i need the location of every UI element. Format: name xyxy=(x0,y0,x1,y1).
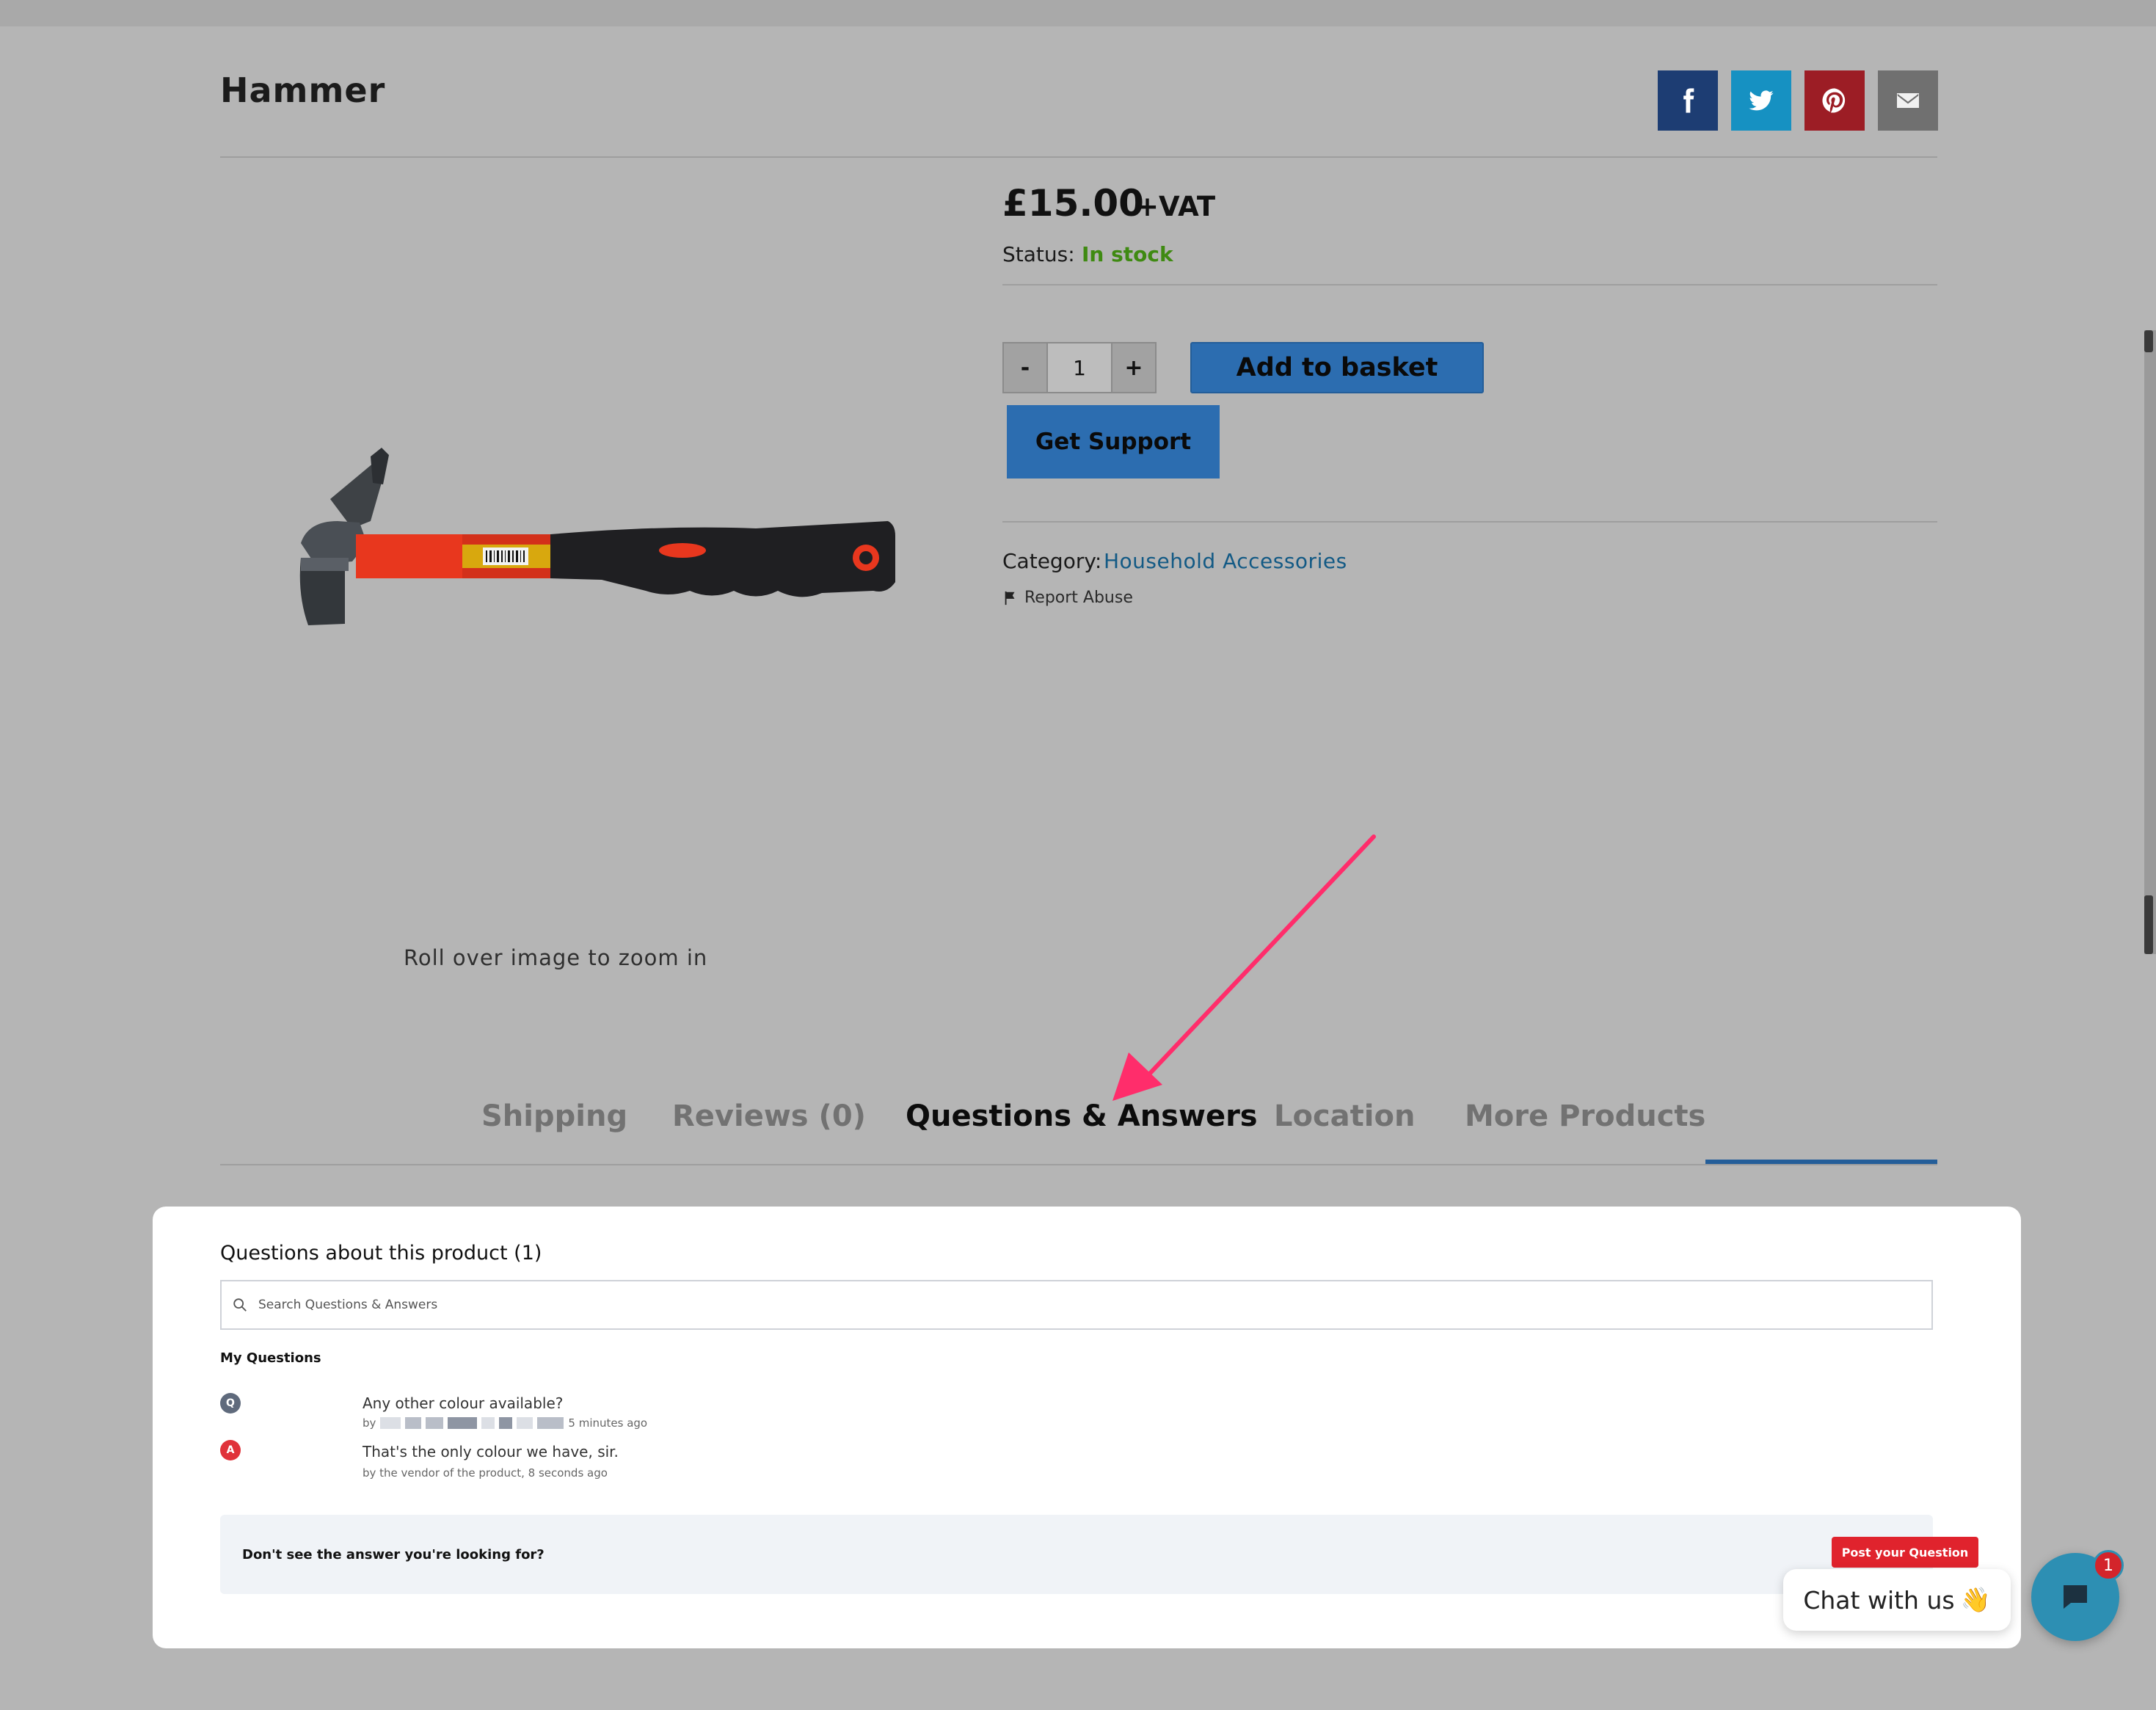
chat-bubble[interactable]: Chat with us 👋 xyxy=(1783,1569,2011,1631)
vat-label: +VAT xyxy=(1136,191,1216,222)
chat-unread-badge: 1 xyxy=(2093,1550,2124,1581)
email-icon xyxy=(1897,93,1919,108)
tabs-divider xyxy=(220,1164,1937,1165)
tab-reviews[interactable]: Reviews (0) xyxy=(672,1099,866,1133)
product-image-hammer[interactable] xyxy=(286,440,895,675)
share-twitter-button[interactable] xyxy=(1731,70,1791,131)
my-questions-heading: My Questions xyxy=(220,1350,321,1366)
answer-badge-icon: A xyxy=(220,1440,241,1460)
answer-text: That's the only colour we have, sir. xyxy=(363,1443,619,1460)
qa-search-box xyxy=(220,1280,1933,1330)
quantity-decrease-button[interactable]: - xyxy=(1004,343,1046,392)
tab-shipping[interactable]: Shipping xyxy=(481,1099,627,1133)
scrollbar-track[interactable] xyxy=(2144,330,2156,954)
add-to-basket-button[interactable]: Add to basket xyxy=(1190,342,1484,393)
question-badge-icon: Q xyxy=(220,1393,241,1414)
tab-more-products[interactable]: More Products xyxy=(1465,1099,1705,1133)
report-abuse-label: Report Abuse xyxy=(1024,589,1133,607)
category-label: Category: xyxy=(1002,549,1102,573)
search-icon xyxy=(233,1298,247,1311)
get-support-button[interactable]: Get Support xyxy=(1007,405,1220,479)
tab-questions-answers[interactable]: Questions & Answers xyxy=(906,1099,1258,1133)
product-tabs: Shipping Reviews (0) Questions & Answers… xyxy=(220,1092,1937,1165)
qa-footer: Don't see the answer you're looking for?… xyxy=(220,1515,1978,1594)
wave-emoji-icon: 👋 xyxy=(1960,1585,1991,1614)
status-label: Status: xyxy=(1002,242,1075,266)
scrollbar-thumb[interactable] xyxy=(2144,330,2153,352)
scrollbar-thumb-lower[interactable] xyxy=(2144,895,2153,954)
share-pinterest-button[interactable] xyxy=(1804,70,1865,131)
chat-label: Chat with us xyxy=(1803,1585,1955,1615)
chat-icon xyxy=(2064,1585,2087,1609)
answer-meta: by the vendor of the product, 8 seconds … xyxy=(363,1466,608,1480)
tab-location[interactable]: Location xyxy=(1274,1099,1415,1133)
question-by-label: by xyxy=(363,1416,376,1430)
report-abuse-link[interactable]: Report Abuse xyxy=(1002,589,1133,607)
price-divider xyxy=(1002,284,1937,285)
zoom-hint: Roll over image to zoom in xyxy=(404,945,708,970)
product-price: £15.00 xyxy=(1002,182,1144,225)
top-strip xyxy=(0,0,2156,26)
qa-search-input[interactable] xyxy=(258,1298,1873,1312)
product-title: Hammer xyxy=(220,70,386,110)
tab-active-indicator xyxy=(1705,1160,1937,1164)
share-email-button[interactable] xyxy=(1878,70,1938,131)
qa-title: Questions about this product (1) xyxy=(220,1242,542,1265)
pinterest-icon xyxy=(1822,88,1846,113)
quantity-stepper: - + xyxy=(1002,342,1157,393)
post-question-button[interactable]: Post your Question xyxy=(1832,1537,1978,1568)
question-meta: by 5 minutes ago xyxy=(363,1416,647,1430)
title-divider xyxy=(220,156,1937,158)
actions-divider xyxy=(1002,521,1937,523)
twitter-icon xyxy=(1749,90,1774,111)
quantity-input[interactable] xyxy=(1046,343,1112,392)
stock-status: In stock xyxy=(1082,242,1173,266)
facebook-icon xyxy=(1683,88,1694,113)
share-facebook-button[interactable] xyxy=(1658,70,1718,131)
question-time: 5 minutes ago xyxy=(568,1416,648,1430)
qa-footer-text: Don't see the answer you're looking for? xyxy=(242,1547,545,1562)
question-text: Any other colour available? xyxy=(363,1394,564,1412)
category-link[interactable]: Household Accessories xyxy=(1104,549,1347,573)
quantity-increase-button[interactable]: + xyxy=(1112,343,1155,392)
flag-icon xyxy=(1005,591,1015,605)
qa-panel: Questions about this product (1) My Ques… xyxy=(153,1207,2021,1648)
